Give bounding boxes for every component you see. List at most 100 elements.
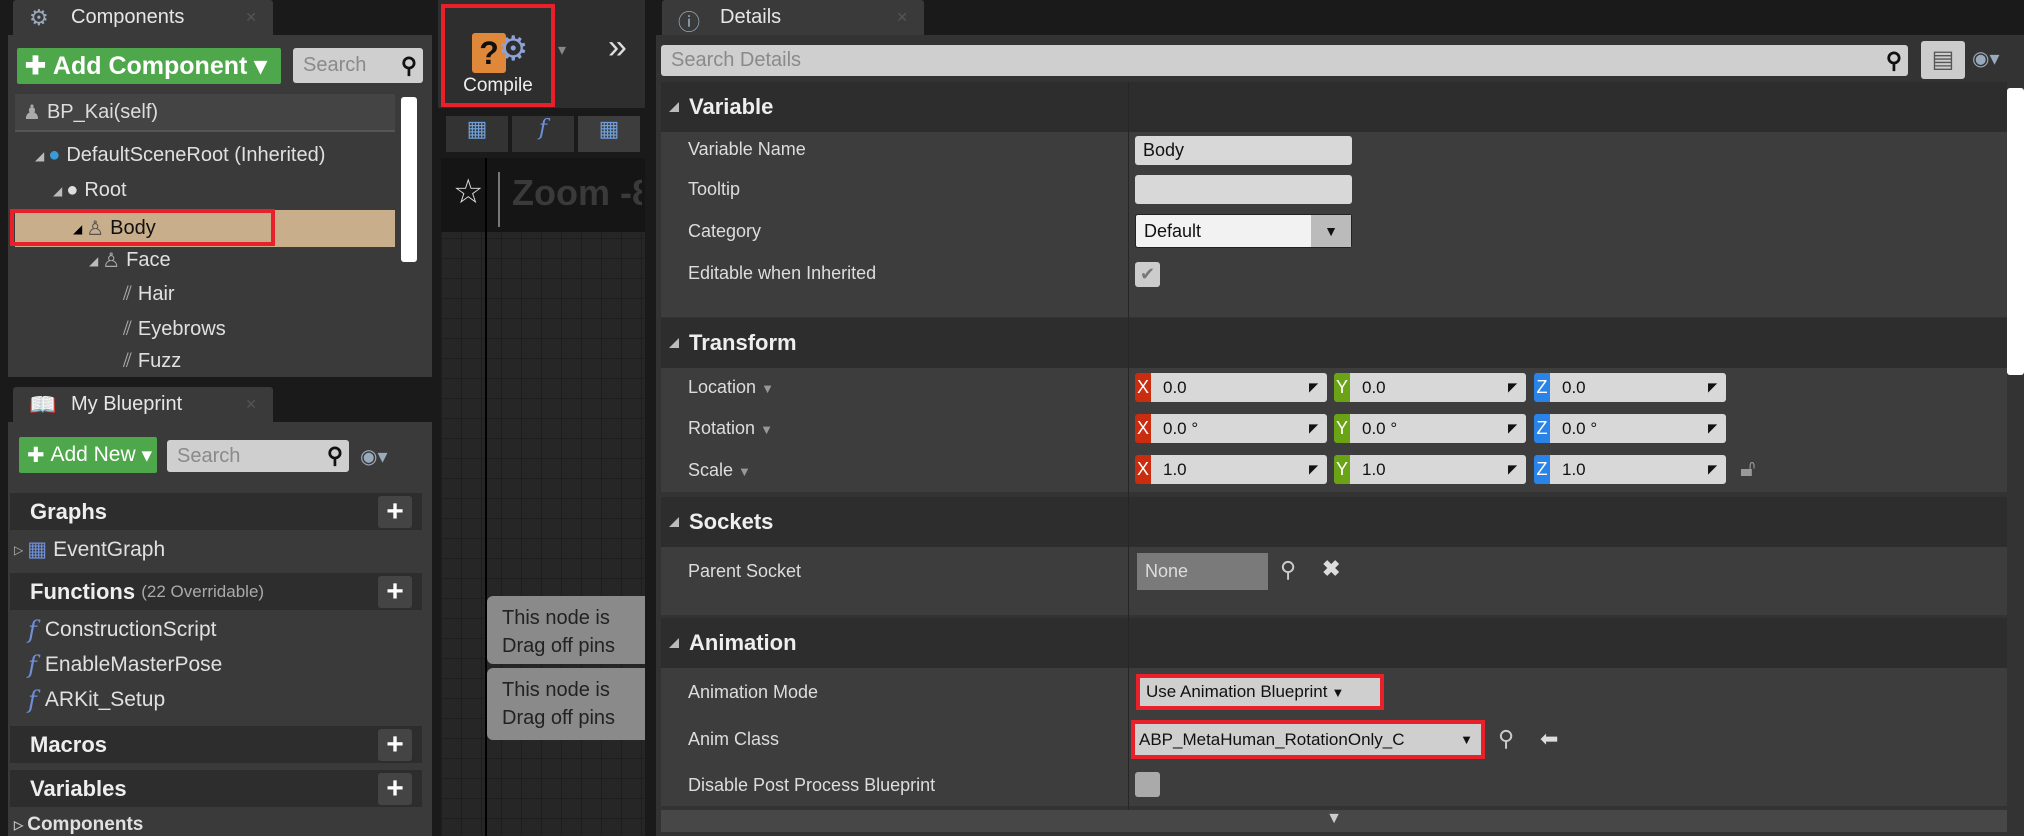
event-graph-item[interactable]: ▷ ▦ EventGraph <box>14 537 165 562</box>
parent-socket-label: Parent Socket <box>688 561 802 581</box>
add-new-button[interactable]: ✚ Add New ▾ <box>19 437 157 473</box>
tree-item[interactable]: ⫽ Eyebrows <box>15 312 395 347</box>
add-variable-button[interactable]: + <box>378 772 412 805</box>
functions-section-header[interactable]: Functions (22 Overridable) + <box>10 573 422 610</box>
section-label: Graphs <box>30 498 108 524</box>
blueprint-search-input[interactable]: Search ⚲ <box>167 440 349 472</box>
function-item[interactable]: f EnableMasterPose <box>28 651 222 679</box>
tooltip-label: Tooltip <box>688 179 741 199</box>
tree-label: Eyebrows <box>137 318 226 340</box>
groom-icon: ⫽ <box>123 350 132 372</box>
add-graph-button[interactable]: + <box>378 495 412 528</box>
add-component-label: Add Component <box>52 51 248 80</box>
add-macro-button[interactable]: + <box>378 728 412 761</box>
highlight-box <box>10 209 275 246</box>
scrollbar[interactable] <box>401 97 417 262</box>
event-graph-icon: ▦ <box>27 538 48 561</box>
tab-details[interactable]: ⓘ Details ✕ <box>662 0 924 35</box>
category-dropdown[interactable]: Default ▼ <box>1135 214 1352 248</box>
close-icon[interactable]: ✕ <box>245 396 257 413</box>
tab-construction-script[interactable]: f <box>512 116 574 152</box>
browse-search-icon[interactable]: ⚲ <box>1280 557 1296 583</box>
function-item[interactable]: f ConstructionScript <box>28 616 216 644</box>
info-icon: ⓘ <box>678 10 701 35</box>
comment-node[interactable]: This node is Drag off pins <box>487 596 645 664</box>
clear-x-icon[interactable]: ✖ <box>1322 556 1340 582</box>
comment-node[interactable]: This node is Drag off pins <box>487 668 645 740</box>
variable-name-label: Variable Name <box>688 139 806 159</box>
variable-name-input[interactable]: Body <box>1135 136 1352 165</box>
favorite-star-icon[interactable]: ☆ <box>453 172 483 212</box>
tree-label: DefaultSceneRoot (Inherited) <box>66 144 326 166</box>
search-details-input[interactable]: Search Details ⚲ <box>661 45 1908 76</box>
editable-inherited-label: Editable when Inherited <box>688 263 877 283</box>
function-item[interactable]: f ARKit_Setup <box>28 686 165 714</box>
add-component-button[interactable]: ✚ Add Component ▾ <box>17 48 281 84</box>
axis-value: 0.0 ° <box>1151 414 1327 443</box>
animation-section-header[interactable]: Animation <box>661 618 2007 668</box>
compile-button[interactable]: ? ⚙ Compile <box>441 4 555 107</box>
disable-post-process-checkbox[interactable] <box>1135 772 1160 797</box>
item-label: EventGraph <box>53 537 166 561</box>
self-row[interactable]: ♟ BP_Kai(self) <box>15 94 395 132</box>
tree-item[interactable]: ⫽ Hair <box>15 277 395 312</box>
rotation-x-field[interactable]: X 0.0 ° <box>1135 414 1327 443</box>
tab-my-blueprint[interactable]: 📖 My Blueprint ✕ <box>13 387 273 422</box>
animation-mode-dropdown[interactable]: Use Animation Blueprint ▼ <box>1136 674 1384 710</box>
tooltip-input[interactable] <box>1135 175 1352 204</box>
close-icon[interactable]: ✕ <box>896 9 908 26</box>
rotation-z-field[interactable]: Z 0.0 ° <box>1534 414 1726 443</box>
scale-x-field[interactable]: X 1.0 <box>1135 455 1327 484</box>
use-selected-arrow-icon[interactable]: ⬅ <box>1540 726 1558 752</box>
location-label[interactable]: Location ▼ <box>688 377 774 398</box>
eye-visibility-icon[interactable]: ◉▾ <box>360 444 388 469</box>
rotation-label[interactable]: Rotation ▼ <box>688 418 773 439</box>
variable-section-header[interactable]: Variable <box>661 82 2007 132</box>
graph-tabs: ▦ f ▦ <box>446 116 640 152</box>
advanced-expand-button[interactable]: ▼ <box>661 810 2007 832</box>
tab-viewport[interactable]: ▦ <box>446 116 508 152</box>
overflow-chevron-icon[interactable]: » <box>608 28 627 67</box>
tab-components[interactable]: ⚙ Components ✕ <box>13 0 273 35</box>
axis-value: 0.0 <box>1151 373 1327 402</box>
anim-class-dropdown[interactable]: ABP_MetaHuman_RotationOnly_C ▼ <box>1131 720 1485 759</box>
tree-item[interactable]: ⫽ Fuzz <box>15 350 395 374</box>
expand-icon: ◢ <box>89 253 99 268</box>
add-new-label: Add New <box>50 443 136 466</box>
transform-section-header[interactable]: Transform <box>661 318 2007 368</box>
view-options-eye-icon[interactable]: ◉▾ <box>1972 46 2000 71</box>
location-z-field[interactable]: Z 0.0 <box>1534 373 1726 402</box>
tree-label: Fuzz <box>137 350 182 372</box>
tree-item[interactable]: ◢ ♙ Face <box>15 243 395 278</box>
sockets-section-header[interactable]: Sockets <box>661 497 2007 547</box>
rotation-y-field[interactable]: Y 0.0 ° <box>1334 414 1526 443</box>
compile-options-dropdown[interactable]: ▾ <box>558 40 566 60</box>
chevron-down-icon: ▼ <box>760 422 773 437</box>
tab-label: Components <box>71 6 185 28</box>
scale-label[interactable]: Scale ▼ <box>688 460 751 481</box>
tree-item[interactable]: ◢ ● Root <box>15 173 395 208</box>
axis-label: X <box>1135 414 1151 443</box>
tree-item[interactable]: ◢ ● DefaultSceneRoot (Inherited) <box>15 138 395 173</box>
add-function-button[interactable]: + <box>378 575 412 608</box>
property-matrix-button[interactable]: ▤ <box>1921 41 1965 79</box>
variables-section-header[interactable]: Variables + <box>10 770 422 807</box>
scale-y-field[interactable]: Y 1.0 <box>1334 455 1526 484</box>
components-search-input[interactable]: Search ⚲ <box>293 48 423 83</box>
scale-z-field[interactable]: Z 1.0 <box>1534 455 1726 484</box>
parent-socket-field[interactable]: None <box>1137 553 1268 590</box>
self-label: BP_Kai(self) <box>46 100 159 123</box>
browse-search-icon[interactable]: ⚲ <box>1498 726 1514 752</box>
location-y-field[interactable]: Y 0.0 <box>1334 373 1526 402</box>
tab-event-graph[interactable]: ▦ <box>578 116 640 152</box>
location-x-field[interactable]: X 0.0 <box>1135 373 1327 402</box>
graphs-section-header[interactable]: Graphs + <box>10 493 422 530</box>
category-value: Default <box>1144 220 1202 241</box>
details-scrollbar[interactable] <box>2007 88 2024 375</box>
macros-section-header[interactable]: Macros + <box>10 726 422 763</box>
close-icon[interactable]: ✕ <box>245 9 257 26</box>
components-category[interactable]: ▷ Components <box>14 814 143 836</box>
animation-mode-label: Animation Mode <box>688 682 819 702</box>
scale-lock-icon[interactable]: 🔓︎ <box>1740 455 1756 483</box>
editable-inherited-checkbox[interactable]: ✔ <box>1135 262 1160 287</box>
